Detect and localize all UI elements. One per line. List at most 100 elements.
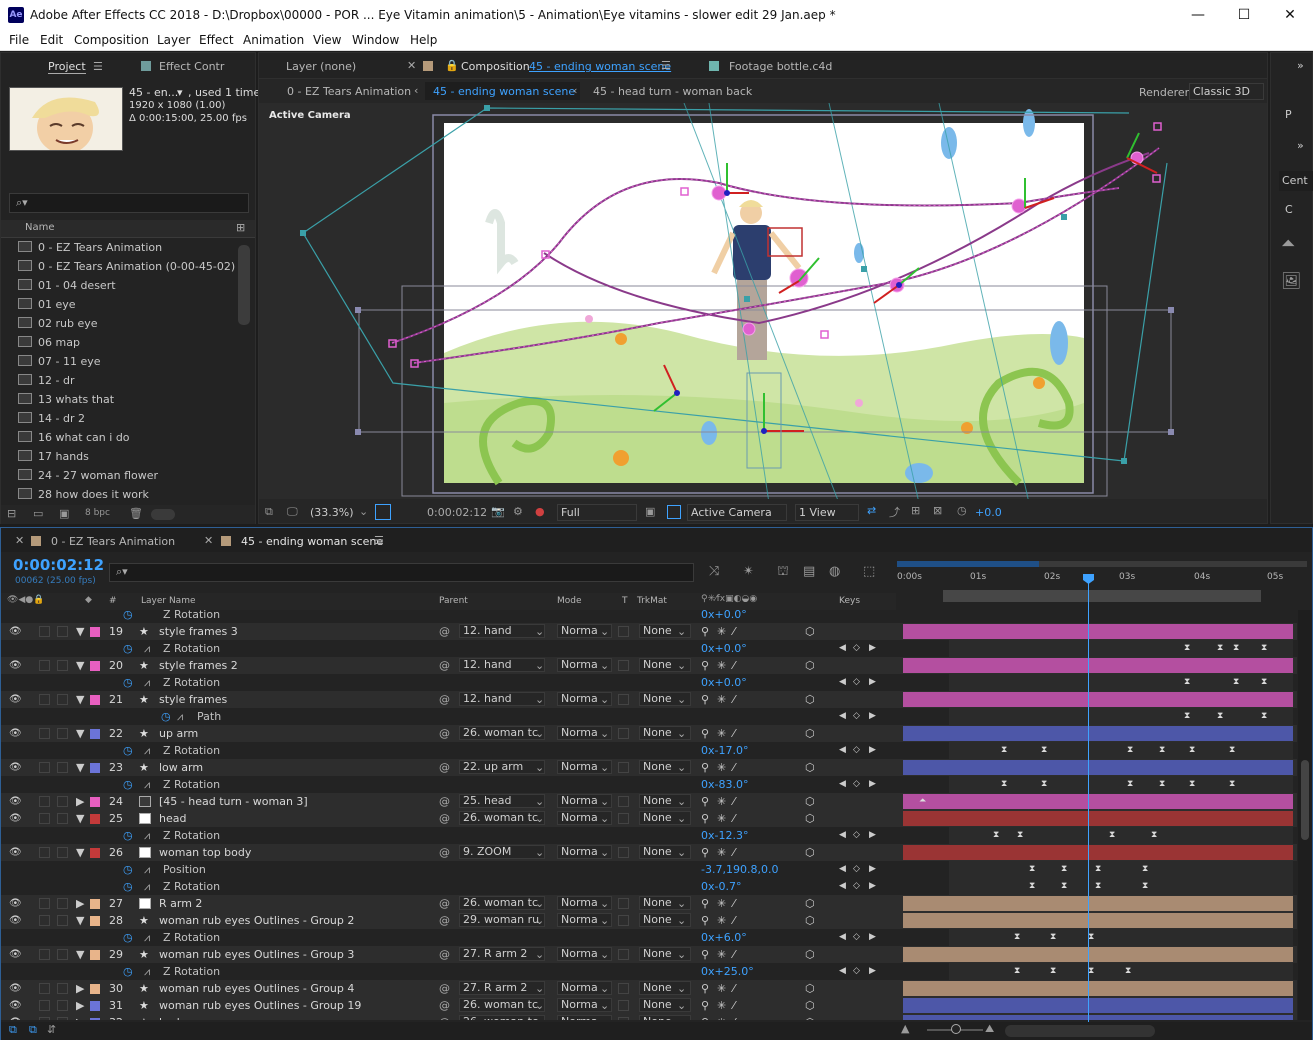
menu-composition[interactable]: Composition [74,33,149,47]
keyframe-icon[interactable]: ⧗ [1184,708,1190,725]
stopwatch-icon[interactable]: ◷ [123,742,133,759]
chevron-down-icon[interactable]: ⌄ [600,793,609,810]
next-keyframe-icon[interactable]: ▶ [869,929,876,946]
interpret-footage-icon[interactable]: ⊟ [7,507,16,520]
parent-dropdown[interactable]: 9. ZOOM [459,845,545,859]
project-item[interactable]: 24 - 27 woman flower [18,466,158,485]
3d-layer-icon[interactable]: ⬡ [805,997,815,1014]
layer-row[interactable]: 👁▶32★body@26. woman tc⌄Norma⌄None⌄⚲✳⁄⬡ [1,1014,1297,1020]
layer-row[interactable]: 👁 ▶ 30 ★ woman rub eyes Outlines - Group 4 @2… [1,980,1297,997]
property-value[interactable]: 0x+0.0° [701,640,747,657]
keyframe-icon[interactable]: ⧗ [1061,878,1067,895]
collapse-switch-icon[interactable]: ✳ [717,997,726,1014]
chevron-down-icon[interactable]: ⌄ [677,997,686,1014]
lock-switch[interactable] [57,813,68,824]
3d-layer-icon[interactable]: ⬡ [805,946,815,963]
shy-layers-icon[interactable]: ⛫ [777,564,789,581]
pickwhip-icon[interactable]: @ [439,980,450,997]
solo-switch[interactable] [39,1017,50,1020]
keyframe-icon[interactable]: ⧗ [1142,878,1148,895]
label-color-swatch[interactable] [90,984,100,994]
graph-icon[interactable]: ⩘ [144,674,150,691]
chevron-down-icon[interactable]: ⌄ [677,980,686,997]
close-tab-icon[interactable]: ✕ [204,534,213,547]
shy-switch-icon[interactable]: ⚲ [701,810,709,827]
mask-visibility-icon[interactable] [375,504,391,520]
3d-layer-icon[interactable]: ⬡ [805,980,815,997]
preserve-transparency-switch[interactable] [618,983,629,994]
chevron-down-icon[interactable]: ⌄ [600,946,609,963]
add-keyframe-icon[interactable]: ◇ [853,963,860,980]
graph-icon[interactable]: ⩘ [144,742,150,759]
expand-arrow-icon[interactable]: ▶ [76,895,84,912]
eye-icon[interactable]: 👁 [9,895,22,912]
property-row[interactable]: ◷ ⩘ Path ◀ ◇ ▶ ⧗ ⧗ ⧗ [1,708,1297,725]
tab-composition[interactable]: 45 - ending woman scene [529,60,671,73]
preserve-transparency-switch[interactable] [618,898,629,909]
collapse-switch-icon[interactable]: ✳ [717,793,726,810]
chevron-down-icon[interactable]: ⌄ [600,895,609,912]
3d-layer-icon[interactable]: ⬡ [805,657,815,674]
stopwatch-icon[interactable]: ◷ [123,776,133,793]
property-value[interactable]: 0x-12.3° [701,827,748,844]
project-search-input[interactable]: ⌕▾ [9,193,249,213]
tab-composition-prefix[interactable]: Composition [461,60,530,73]
keyframe-icon[interactable]: ⧗ [1159,742,1165,759]
collapse-switch-icon[interactable]: ✳ [717,844,726,861]
add-keyframe-icon[interactable]: ◇ [853,674,860,691]
chevron-down-icon[interactable]: ⌄ [535,1014,544,1020]
stopwatch-icon[interactable]: ◷ [123,674,133,691]
label-color-swatch[interactable] [90,729,100,739]
chevron-down-icon[interactable]: ⌄ [677,1014,686,1020]
layer-duration-bar[interactable] [903,998,1293,1013]
layer-name[interactable]: [45 - head turn - woman 3] [159,793,308,810]
menu-help[interactable]: Help [410,33,437,47]
menu-animation[interactable]: Animation [243,33,304,47]
project-item[interactable]: 01 eye [18,295,76,314]
solo-switch[interactable] [39,626,50,637]
keyframe-icon[interactable]: ⧗ [1014,963,1020,980]
property-value[interactable]: 0x+0.0° [701,610,747,623]
add-keyframe-icon[interactable]: ◇ [853,827,860,844]
lock-switch[interactable] [57,847,68,858]
chevron-down-icon[interactable]: ⌄ [535,912,544,929]
chevron-down-icon[interactable]: ⌄ [600,657,609,674]
expand-transfer-controls-icon[interactable]: ⧉ [29,1023,37,1037]
layer-name[interactable]: body [159,1014,186,1020]
chevron-down-icon[interactable]: ⌄ [600,844,609,861]
pickwhip-icon[interactable]: @ [439,793,450,810]
layer-duration-bar[interactable] [903,1015,1293,1020]
preserve-transparency-switch[interactable] [618,847,629,858]
shy-switch-icon[interactable]: ⚲ [701,912,709,929]
monitor-icon[interactable]: 🖵 [287,505,298,519]
next-keyframe-icon[interactable]: ▶ [869,776,876,793]
property-value[interactable]: 0x-83.0° [701,776,748,793]
timeline-scrollbar[interactable] [1298,610,1312,1020]
3d-layer-icon[interactable]: ⬡ [805,793,815,810]
chevron-down-icon[interactable]: ⌄ [535,725,544,742]
solo-switch[interactable] [39,915,50,926]
chevron-down-icon[interactable]: ⌄ [600,759,609,776]
eye-icon[interactable]: 👁 [9,912,22,929]
number-column-header[interactable]: # [109,596,117,606]
expand-layer-switches-icon[interactable]: ⧉ [9,1023,17,1037]
frame-blending-icon[interactable]: ▤ [803,564,815,579]
pickwhip-icon[interactable]: @ [439,844,450,861]
keyframe-icon[interactable]: ⧗ [1041,776,1047,793]
chevron-down-icon[interactable]: ⌄ [600,725,609,742]
expand-in-out-icon[interactable]: ⇵ [47,1023,56,1036]
next-keyframe-icon[interactable]: ▶ [869,708,876,725]
shy-switch-icon[interactable]: ⚲ [701,691,709,708]
expand-arrow-icon[interactable]: ▶ [76,997,84,1014]
menu-layer[interactable]: Layer [157,33,190,47]
shy-switch-icon[interactable]: ⚲ [701,657,709,674]
property-value[interactable]: 0x-17.0° [701,742,748,759]
stopwatch-icon[interactable]: ◷ [123,640,133,657]
layer-row[interactable]: 👁 ▼ 29 ★ woman rub eyes Outlines - Group 3 @2… [1,946,1297,963]
zoom-in-icon[interactable]: ⛰ [985,1022,994,1036]
playhead-line[interactable] [1088,574,1089,1024]
layer-row[interactable]: 👁 ▼ 20 ★ style frames 2 @12. hand ⌄ Norma ⌄ None ⌄… [1,657,1297,674]
lock-switch[interactable] [57,762,68,773]
t-column-header[interactable]: T [622,596,628,606]
menu-effect[interactable]: Effect [199,33,234,47]
